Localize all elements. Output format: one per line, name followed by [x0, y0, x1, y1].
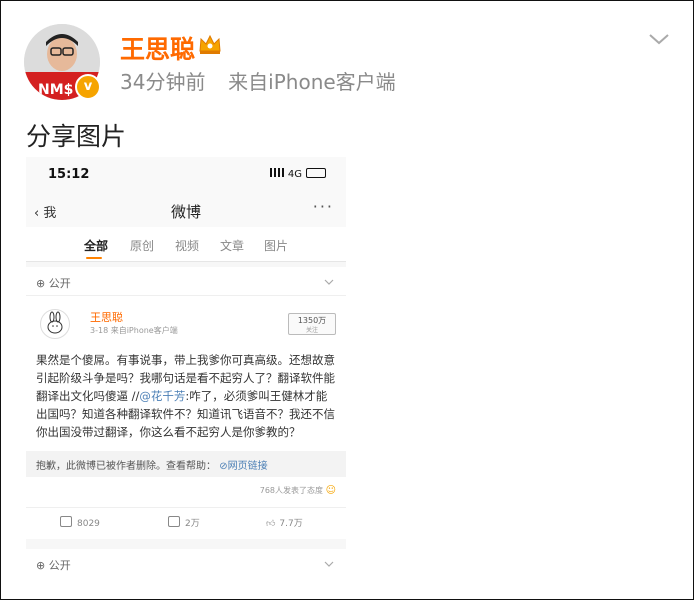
globe-icon: ⊕ — [36, 559, 46, 572]
tab-all[interactable]: 全部 — [84, 237, 108, 254]
status-indicators: 4G — [269, 168, 326, 180]
repost-icon — [60, 516, 72, 527]
tab-article[interactable]: 文章 — [220, 237, 244, 254]
network-label: 4G — [287, 169, 302, 180]
like-count: 7.7万 — [279, 519, 303, 529]
link-icon: ⊘ — [219, 461, 228, 472]
visibility-label-2: 公开 — [48, 559, 71, 572]
comment-count: 2万 — [185, 519, 200, 529]
post-meta: 34分钟前 来自iPhone客户端 — [120, 66, 396, 95]
comment-button[interactable]: 2万 — [168, 516, 200, 529]
action-bar: 8029 2万 👍︎ 7.7万 — [26, 507, 346, 534]
follower-box[interactable]: 1350万 关注 — [288, 313, 336, 335]
tab-image[interactable]: 图片 — [264, 237, 288, 254]
repost-avatar[interactable] — [40, 309, 70, 339]
tab-original[interactable]: 原创 — [130, 237, 154, 254]
post-timestamp: 34分钟前 — [120, 70, 206, 94]
repost-date: 3-18 — [90, 326, 109, 335]
weibo-text: 果然是个傻屌。有事说事，带上我爹你可真高级。还想故意引起阶级斗争是吗？我哪句话是… — [36, 351, 336, 441]
smiley-icon: ☺ — [325, 485, 336, 496]
comment-icon — [168, 516, 180, 527]
repost-content: 王思聪 3-18 来自iPhone客户端 1350万 关注 果然是个傻屌。有事说… — [26, 301, 346, 533]
nav-bar: ‹ 我 微博 ··· — [26, 193, 346, 227]
status-time: 15:12 — [48, 167, 90, 182]
signal-icon — [269, 168, 284, 177]
repost-source: 来自iPhone客户端 — [110, 326, 178, 335]
visibility-label: 公开 — [48, 277, 71, 290]
rabbit-icon — [47, 311, 63, 334]
battery-icon — [306, 168, 326, 178]
svg-text:NM$: NM$ — [38, 82, 73, 98]
nav-title: 微博 — [170, 203, 201, 221]
like-button[interactable]: 👍︎ 7.7万 — [266, 516, 303, 529]
divider — [26, 295, 346, 296]
like-icon: 👍︎ — [266, 519, 276, 529]
more-icon[interactable]: ··· — [313, 197, 334, 216]
next-weibo-card: ⊕ 公开 — [26, 549, 346, 582]
deleted-notice: 抱歉，此微博已被作者删除。查看帮助： ⊘网页链接 — [26, 451, 346, 477]
deleted-text: 抱歉，此微博已被作者删除。查看帮助： — [36, 461, 216, 472]
reactions-text: 768人发表了态度 — [259, 486, 324, 495]
visibility-row-2: ⊕ 公开 — [36, 557, 71, 573]
chevron-down-icon[interactable] — [324, 561, 334, 567]
repost-count: 8029 — [77, 519, 100, 529]
reactions-summary[interactable]: 768人发表了态度 ☺ — [260, 485, 336, 496]
chevron-down-icon[interactable] — [324, 279, 334, 285]
web-link[interactable]: 网页链接 — [228, 461, 268, 472]
globe-icon: ⊕ — [36, 277, 46, 290]
visibility-row: ⊕ 公开 — [36, 275, 71, 291]
status-bar: 15:12 4G — [26, 157, 346, 193]
post-text: 分享图片 — [26, 122, 127, 151]
chevron-down-icon[interactable] — [648, 32, 670, 46]
follower-label: 关注 — [305, 327, 318, 334]
weibo-card: ⊕ 公开 王思聪 3-18 来自iPhone客户端 1350万 关注 果然是个傻… — [26, 267, 346, 539]
shared-screenshot[interactable]: 15:12 4G ‹ 我 微博 ··· 全部 原创 视频 文章 图片 ⊕ 公开 — [26, 157, 346, 582]
repost-meta: 3-18 来自iPhone客户端 — [90, 325, 178, 336]
tab-underline — [86, 257, 102, 259]
repost-author[interactable]: 王思聪 — [90, 309, 123, 325]
crown-icon — [199, 34, 221, 54]
author-name[interactable]: 王思聪 — [120, 30, 195, 66]
tab-video[interactable]: 视频 — [175, 237, 199, 254]
tab-bar: 全部 原创 视频 文章 图片 — [26, 227, 346, 262]
post-source[interactable]: 来自iPhone客户端 — [228, 70, 396, 94]
repost-button[interactable]: 8029 — [60, 516, 100, 529]
mention-link[interactable]: @花千芳 — [139, 389, 185, 403]
verified-badge-icon: v — [75, 74, 101, 100]
